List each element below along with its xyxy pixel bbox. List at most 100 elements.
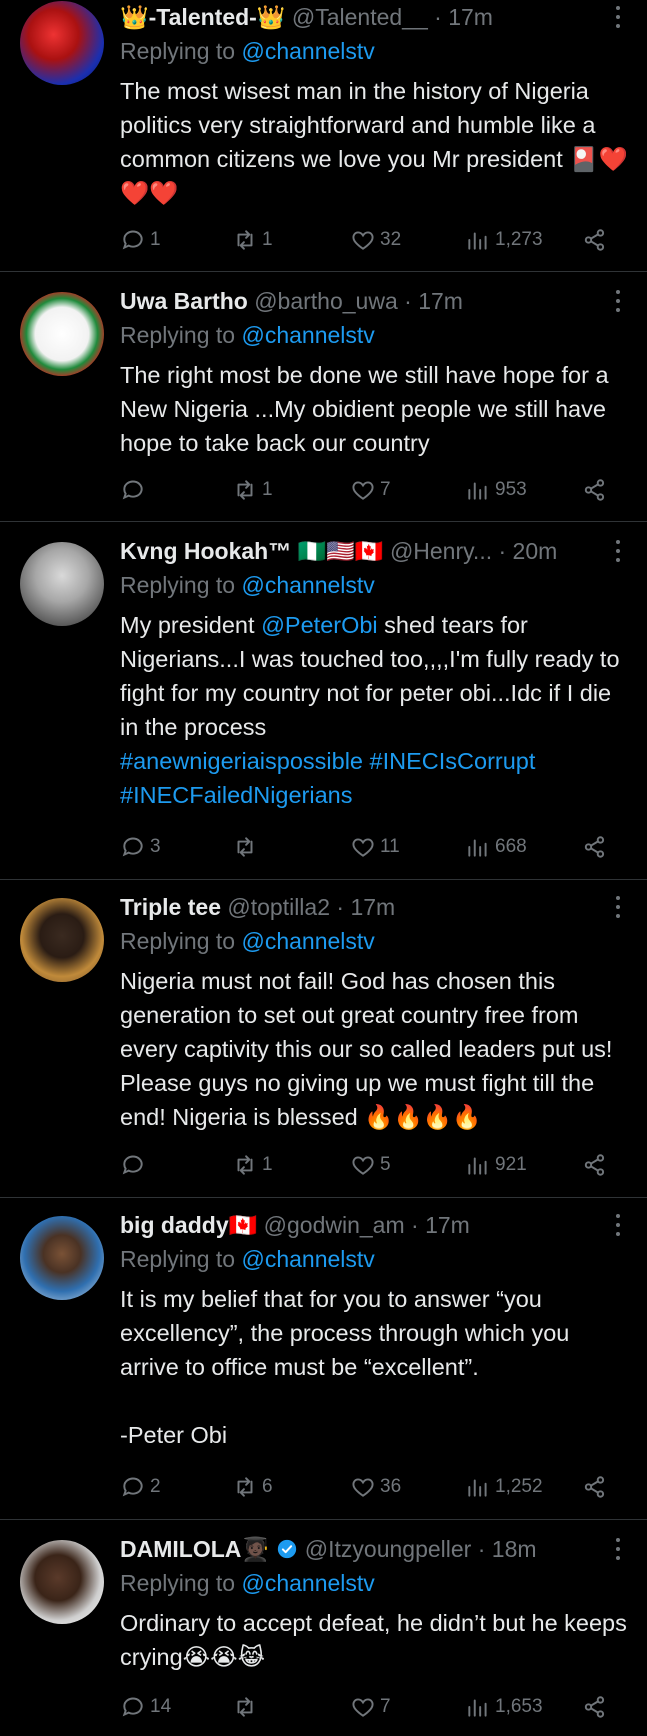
handle[interactable]: @godwin_am [264,1212,405,1238]
heart-icon [352,481,374,500]
timestamp[interactable]: · 17m [411,1212,470,1238]
heart-icon [352,231,374,250]
views-button[interactable]: 1,252 [465,1472,543,1502]
reply-button[interactable]: 3 [120,832,161,862]
share-button[interactable] [582,1692,608,1722]
views-icon [468,482,487,500]
display-name[interactable]: 👑-Talented-👑 [120,4,285,30]
share-button[interactable] [582,832,608,862]
hashtag-link[interactable]: #anewnigeriaispossible [120,748,363,774]
like-button[interactable]: 32 [350,225,401,255]
reply-icon [122,230,143,250]
timestamp[interactable]: · 17m [434,4,493,30]
share-button[interactable] [582,1150,608,1180]
heart-icon [352,1156,374,1175]
share-button[interactable] [582,225,608,255]
mention-link[interactable]: @PeterObi [261,612,378,638]
avatar[interactable] [20,1216,104,1300]
like-button[interactable]: 11 [350,832,400,862]
action-bar: 1 1 32 1,273 [120,225,610,255]
share-icon [584,1154,605,1176]
display-name[interactable]: DAMILOLA🧑🏿‍🎓 [120,1536,270,1562]
retweet-button[interactable]: 1 [232,225,273,255]
handle[interactable]: @Itzyoungpeller [305,1536,472,1562]
avatar[interactable] [20,1540,104,1624]
hashtag-link[interactable]: #INECIsCorrupt [370,748,536,774]
replying-to-link[interactable]: @channelstv [241,928,374,954]
views-button[interactable]: 953 [465,475,527,505]
share-button[interactable] [582,1472,608,1502]
retweet-count: 1 [262,1154,273,1175]
avatar[interactable] [20,292,104,376]
views-icon [468,1479,487,1497]
retweet-button[interactable] [232,1692,262,1722]
reply-button[interactable]: 1 [120,225,161,255]
retweet-count: 1 [262,229,273,250]
views-count: 953 [495,479,527,500]
display-name[interactable]: big daddy🇨🇦 [120,1212,257,1238]
more-options-icon[interactable] [615,540,621,564]
display-name[interactable]: Triple tee [120,894,221,920]
timestamp[interactable]: · 17m [404,288,463,314]
share-button[interactable] [582,475,608,505]
replying-to-link[interactable]: @channelstv [241,572,374,598]
reply-icon [122,1477,143,1497]
display-name[interactable]: Kvng Hookah™ 🇳🇬🇺🇸🇨🇦 [120,538,384,564]
reply-icon [122,1697,143,1717]
more-options-icon[interactable] [615,6,621,30]
views-button[interactable]: 921 [465,1150,527,1180]
more-options-icon[interactable] [615,1214,621,1238]
timestamp[interactable]: · 20m [499,538,558,564]
avatar[interactable] [20,542,104,626]
hashtag-link[interactable]: #INECFailedNigerians [120,782,353,808]
more-options-icon[interactable] [615,290,621,314]
tweet[interactable]: Uwa Bartho @bartho_uwa · 17m Replying to… [0,272,647,522]
tweet[interactable]: DAMILOLA🧑🏿‍🎓 @Itzyoungpeller · 18m Reply… [0,1520,647,1736]
retweet-button[interactable]: 6 [232,1472,273,1502]
like-button[interactable]: 5 [350,1150,391,1180]
handle[interactable]: @Henry... [390,538,492,564]
reply-button[interactable] [120,475,150,505]
replying-to: Replying to @channelstv [120,38,375,64]
tweet[interactable]: Triple tee @toptilla2 · 17m Replying to … [0,880,647,1198]
replying-to-link[interactable]: @channelstv [241,1246,374,1272]
like-button[interactable]: 36 [350,1472,401,1502]
reply-button[interactable]: 2 [120,1472,161,1502]
like-button[interactable]: 7 [350,1692,391,1722]
avatar[interactable] [20,1,104,85]
replying-to-link[interactable]: @channelstv [241,322,374,348]
reply-count: 1 [150,229,161,250]
handle[interactable]: @bartho_uwa [254,288,398,314]
timestamp[interactable]: · 18m [478,1536,537,1562]
replying-to: Replying to @channelstv [120,1570,375,1596]
avatar[interactable] [20,898,104,982]
reply-button[interactable] [120,1150,150,1180]
replying-to-link[interactable]: @channelstv [241,38,374,64]
views-count: 1,273 [495,229,543,250]
tweet[interactable]: Kvng Hookah™ 🇳🇬🇺🇸🇨🇦 @Henry... · 20m Repl… [0,522,647,880]
replying-to: Replying to @channelstv [120,1246,375,1272]
reply-button[interactable]: 14 [120,1692,171,1722]
like-count: 36 [380,1476,402,1497]
retweet-button[interactable]: 1 [232,475,273,505]
more-options-icon[interactable] [615,1538,621,1562]
share-icon [584,1476,605,1498]
handle[interactable]: @toptilla2 [227,894,330,920]
handle[interactable]: @Talented__ [292,4,428,30]
like-count: 7 [380,1696,391,1717]
tweet-header: 👑-Talented-👑 @Talented__ · 17m [120,4,587,31]
like-button[interactable]: 7 [350,475,391,505]
tweet[interactable]: big daddy🇨🇦 @godwin_am · 17m Replying to… [0,1198,647,1520]
replying-to-link[interactable]: @channelstv [241,1570,374,1596]
retweet-button[interactable] [232,832,262,862]
display-name[interactable]: Uwa Bartho [120,288,248,314]
more-options-icon[interactable] [615,896,621,920]
retweet-button[interactable]: 1 [232,1150,273,1180]
timestamp[interactable]: · 17m [336,894,395,920]
views-button[interactable]: 668 [465,832,527,862]
share-icon [584,479,605,501]
views-button[interactable]: 1,273 [465,225,543,255]
views-button[interactable]: 1,653 [465,1692,543,1722]
like-count: 5 [380,1154,391,1175]
tweet[interactable]: 👑-Talented-👑 @Talented__ · 17m Replying … [0,0,647,272]
